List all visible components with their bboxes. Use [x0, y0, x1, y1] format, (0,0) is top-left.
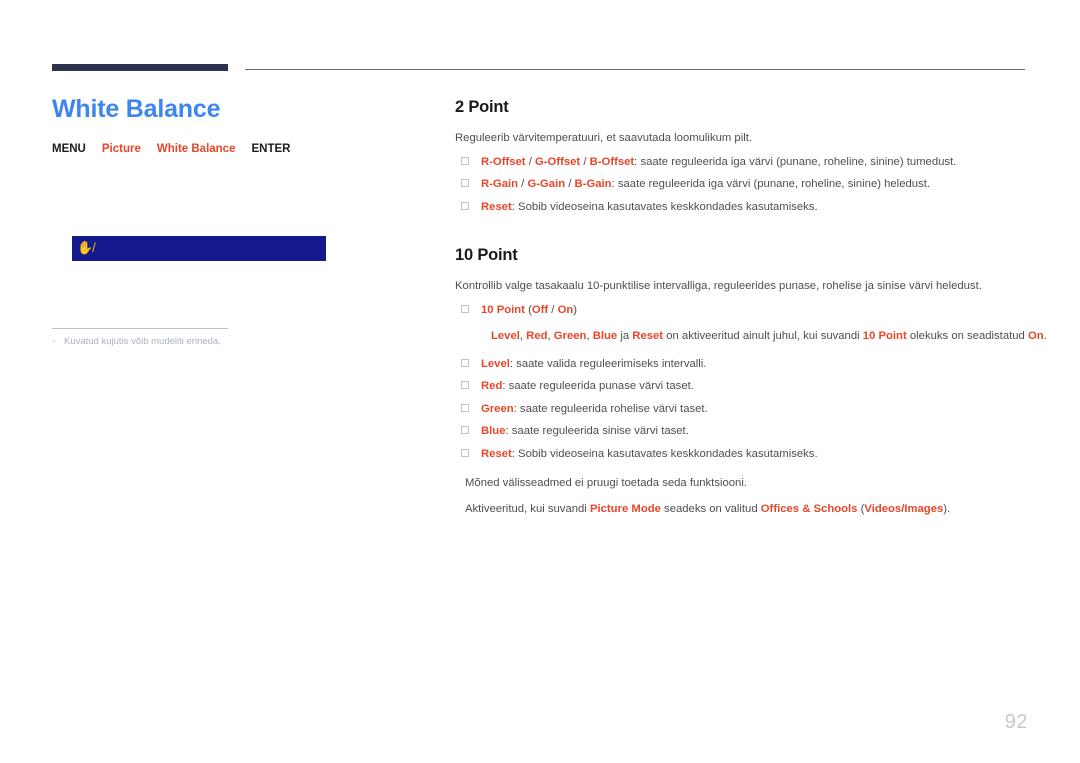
page-number: 92 — [1004, 711, 1028, 733]
bullet-item: Green: saate reguleerida rohelise värvi … — [455, 401, 1030, 419]
keyword-text: Videos/Images — [864, 502, 944, 515]
body-text: / — [580, 155, 590, 168]
bullet-item: Reset: Sobib videoseina kasutavates kesk… — [455, 446, 1030, 464]
bullet-list-2-point: R-Offset / G-Offset / B-Offset: saate re… — [455, 154, 1030, 217]
body-text: : Sobib videoseina kasutavates keskkonda… — [511, 447, 818, 460]
keyword-text: Red — [526, 330, 548, 342]
left-column: White Balance MENU Picture White Balance EN… — [52, 95, 412, 167]
keyword-text: Reset — [481, 447, 512, 460]
keyword-text: Level — [481, 357, 510, 370]
tail-note-external-devices: Mõned välisseadmed ei pruugi toetada sed… — [455, 475, 1030, 493]
right-column: 2 Point Reguleerib värvitemperatuuri, et… — [455, 98, 1047, 519]
header-accent-bar — [52, 64, 228, 71]
checkbox-bullet-icon — [461, 358, 469, 367]
figure-image-box: ✋/ — [72, 236, 326, 261]
checkbox-bullet-icon — [461, 179, 469, 187]
menu-path-segment: White Balance — [156, 142, 236, 155]
bullet-item: Level: saate valida reguleerimiseks inte… — [455, 356, 1030, 374]
page-title: White Balance — [52, 95, 221, 123]
bullet-list-10-point-toggle: 10 Point (Off / On) — [455, 302, 1030, 320]
keyword-text: Picture Mode — [589, 502, 661, 515]
bullet-item: 10 Point (Off / On) — [455, 302, 1030, 320]
figure-placeholder: ✋/ — [72, 236, 326, 261]
body-text: . — [1043, 330, 1047, 342]
keyword-text: G-Gain — [527, 178, 566, 190]
checkbox-bullet-icon — [461, 381, 469, 389]
body-text: seadeks on valitud — [660, 502, 761, 515]
body-text: olekuks on seadistatud — [906, 330, 1028, 342]
bullet-item: Blue: saate reguleerida sinise värvi tas… — [455, 423, 1030, 441]
keyword-text: On — [1027, 330, 1044, 342]
body-text: : saate reguleerida punase värvi taset. — [502, 380, 694, 392]
checkbox-bullet-icon — [461, 403, 469, 412]
section-lede-10-point: Kontrollib valge tasakaalu 10-punktilise… — [455, 280, 982, 292]
keyword-text: Level — [491, 330, 520, 342]
checkbox-bullet-icon — [461, 304, 469, 313]
keyword-text: Reset — [481, 200, 512, 213]
menu-path-segment: MENU — [52, 142, 86, 155]
body-text: / — [565, 178, 575, 190]
keyword-text: Off — [531, 303, 549, 316]
keyword-text: Blue — [481, 425, 506, 437]
menu-path-breadcrumb: MENU Picture White Balance ENTER — [52, 142, 412, 156]
bullet-item: Reset: Sobib videoseina kasutavates kesk… — [455, 199, 1030, 217]
section-lede-2-point: Reguleerib värvitemperatuuri, et saavuta… — [455, 132, 753, 144]
header-divider-line — [245, 69, 1025, 70]
checkbox-bullet-icon — [461, 201, 469, 210]
section-subnote-10-point: Level, Red, Green, Blue ja Reset on akti… — [455, 328, 1047, 346]
manual-page: { "page": { "number": "92", "title": "Wh… — [0, 0, 1080, 763]
body-text: : Sobib videoseina kasutavates keskkonda… — [511, 200, 818, 213]
bullet-list-10-point-options: Level: saate valida reguleerimiseks inte… — [455, 356, 1030, 464]
body-text: on aktiveeritud ainult juhul, kui suvand… — [663, 330, 863, 342]
tail-note-picture-mode: Aktiveeritud, kui suvandi Picture Mode s… — [455, 501, 1030, 519]
body-text: Aktiveeritud, kui suvandi — [465, 502, 590, 515]
body-text: : saate reguleerida sinise värvi taset. — [505, 425, 689, 437]
body-text: ja — [617, 330, 633, 342]
figure-note: - Kuvatud kujutis võib mudeliti erineda. — [52, 335, 382, 349]
checkbox-bullet-icon — [461, 448, 469, 457]
body-text: / — [525, 155, 535, 168]
section-heading-2-point: 2 Point — [455, 98, 509, 116]
bullet-item: Red: saate reguleerida punase värvi tase… — [455, 378, 1030, 396]
body-text: : saate reguleerida iga värvi (punane, r… — [611, 178, 930, 190]
keyword-text: R-Gain — [481, 178, 519, 190]
keyword-text: B-Gain — [574, 178, 612, 190]
body-text: / — [548, 303, 558, 316]
body-text: ( — [524, 303, 532, 316]
keyword-text: R-Offset — [481, 155, 526, 168]
bullet-item: R-Gain / G-Gain / B-Gain: saate reguleer… — [455, 176, 1030, 194]
menu-path-segment: ENTER — [251, 142, 291, 155]
keyword-text: 10 Point — [862, 330, 907, 342]
keyword-text: Offices & Schools — [760, 502, 858, 515]
body-text: : saate reguleerida iga värvi (punane, r… — [634, 155, 957, 168]
figure-note-dash: - — [52, 336, 56, 347]
menu-path-segment: Picture — [101, 142, 141, 155]
keyword-text: Green — [553, 330, 587, 342]
hand-pointer-icon: ✋/ — [77, 240, 96, 255]
body-text: ) — [573, 303, 578, 316]
keyword-text: 10 Point — [481, 303, 525, 316]
body-text: : saate reguleerida rohelise värvi taset… — [513, 402, 708, 415]
keyword-text: Blue — [592, 330, 618, 342]
keyword-text: Reset — [632, 330, 664, 342]
section-heading-10-point: 10 Point — [455, 246, 518, 264]
body-text: : saate valida reguleerimiseks intervall… — [509, 357, 707, 370]
keyword-text: Green — [481, 402, 514, 415]
checkbox-bullet-icon — [461, 156, 469, 165]
bullet-item: R-Offset / G-Offset / B-Offset: saate re… — [455, 154, 1030, 172]
keyword-text: G-Offset — [534, 155, 581, 168]
figure-note-text: Kuvatud kujutis võib mudeliti erineda. — [64, 336, 221, 347]
keyword-text: Red — [481, 380, 503, 392]
checkbox-bullet-icon — [461, 426, 469, 434]
body-text: Mõned välisseadmed ei pruugi toetada sed… — [465, 477, 747, 489]
keyword-text: B-Offset — [589, 155, 635, 168]
keyword-text: On — [557, 303, 574, 316]
body-text: ). — [943, 502, 951, 515]
figure-note-divider — [52, 328, 228, 329]
